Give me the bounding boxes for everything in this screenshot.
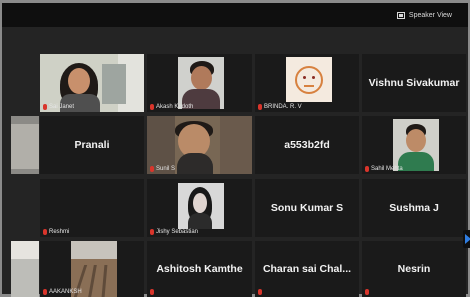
participant-tile[interactable]: Pranali xyxy=(40,116,144,174)
participant-tile[interactable]: Charan sai Chal... xyxy=(255,241,359,297)
muted-mic-icon xyxy=(150,289,154,295)
top-toolbar: Speaker View xyxy=(2,3,468,27)
speaker-view-label: Speaker View xyxy=(408,11,452,19)
participant-tile[interactable]: BRINDA. R. V xyxy=(255,54,359,112)
participant-tile[interactable]: Ashitosh Kamthe xyxy=(147,241,252,297)
muted-mic-icon xyxy=(43,289,47,295)
participant-tile[interactable]: Vishnu Sivakumar xyxy=(362,54,466,112)
participant-name: Ashitosh Kamthe xyxy=(156,263,243,275)
zoom-gallery-window: Speaker View Sai Janet Akash Kudoth BRIN… xyxy=(0,0,470,297)
participant-mute-only xyxy=(365,289,369,295)
muted-mic-icon xyxy=(258,289,262,295)
participant-gallery: Sai Janet Akash Kudoth BRINDA. R. V Vish… xyxy=(2,35,470,297)
participant-name: Sushma J xyxy=(389,202,439,214)
participant-name-label: Sunil S xyxy=(150,166,175,172)
participant-name: Sonu Kumar S xyxy=(270,202,344,214)
muted-mic-icon xyxy=(43,229,47,235)
participant-name-label: Sai Janet xyxy=(43,104,74,110)
speaker-view-button[interactable]: Speaker View xyxy=(393,7,456,23)
participant-tile[interactable]: Sonu Kumar S xyxy=(255,179,359,237)
participant-name: Nesrin xyxy=(397,263,431,275)
participant-name: Vishnu Sivakumar xyxy=(368,77,460,89)
muted-mic-icon xyxy=(43,104,47,110)
participant-video xyxy=(393,119,439,171)
participant-tile-active-speaker[interactable]: Sunil S xyxy=(147,116,252,174)
muted-mic-icon xyxy=(258,104,262,110)
participant-tile[interactable]: Nesrin xyxy=(362,241,466,297)
participant-tile[interactable] xyxy=(11,241,39,297)
participant-tile[interactable]: Reshmi xyxy=(40,179,144,237)
participant-name-label: BRINDA. R. V xyxy=(258,104,302,110)
participant-name-label: Sahil Mehta xyxy=(365,166,403,172)
muted-mic-icon xyxy=(150,166,154,172)
participant-name-label: Jishy Sebastian xyxy=(150,229,198,235)
next-page-arrow-icon[interactable] xyxy=(463,230,470,248)
participant-name-label: Akash Kudoth xyxy=(150,104,193,110)
muted-mic-icon xyxy=(365,166,369,172)
participant-tile[interactable]: Akash Kudoth xyxy=(147,54,252,112)
participant-tile[interactable]: a553b2fd xyxy=(255,116,359,174)
participant-tile[interactable]: Sushma J xyxy=(362,179,466,237)
participant-tile[interactable]: Jishy Sebastian xyxy=(147,179,252,237)
muted-mic-icon xyxy=(365,289,369,295)
participant-video xyxy=(11,241,39,297)
participant-name: Pranali xyxy=(74,139,110,151)
muted-mic-icon xyxy=(150,229,154,235)
participant-video xyxy=(11,116,39,174)
participant-mute-only xyxy=(150,289,154,295)
participant-name-label: AAKANKSH xyxy=(43,289,82,295)
muted-mic-icon xyxy=(150,104,154,110)
participant-tile[interactable]: Sahil Mehta xyxy=(362,116,466,174)
participant-name: a553b2fd xyxy=(284,139,330,151)
participant-video xyxy=(178,57,224,109)
participant-avatar-image xyxy=(286,57,332,102)
participant-video xyxy=(178,183,224,229)
speaker-view-icon xyxy=(396,11,405,19)
participant-name: Charan sai Chal... xyxy=(262,263,352,275)
participant-tile[interactable]: Sai Janet xyxy=(40,54,144,112)
participant-tile[interactable] xyxy=(11,116,39,174)
participant-tile[interactable]: AAKANKSH xyxy=(40,241,144,297)
participant-mute-only xyxy=(258,289,262,295)
participant-name-label: Reshmi xyxy=(43,229,69,235)
